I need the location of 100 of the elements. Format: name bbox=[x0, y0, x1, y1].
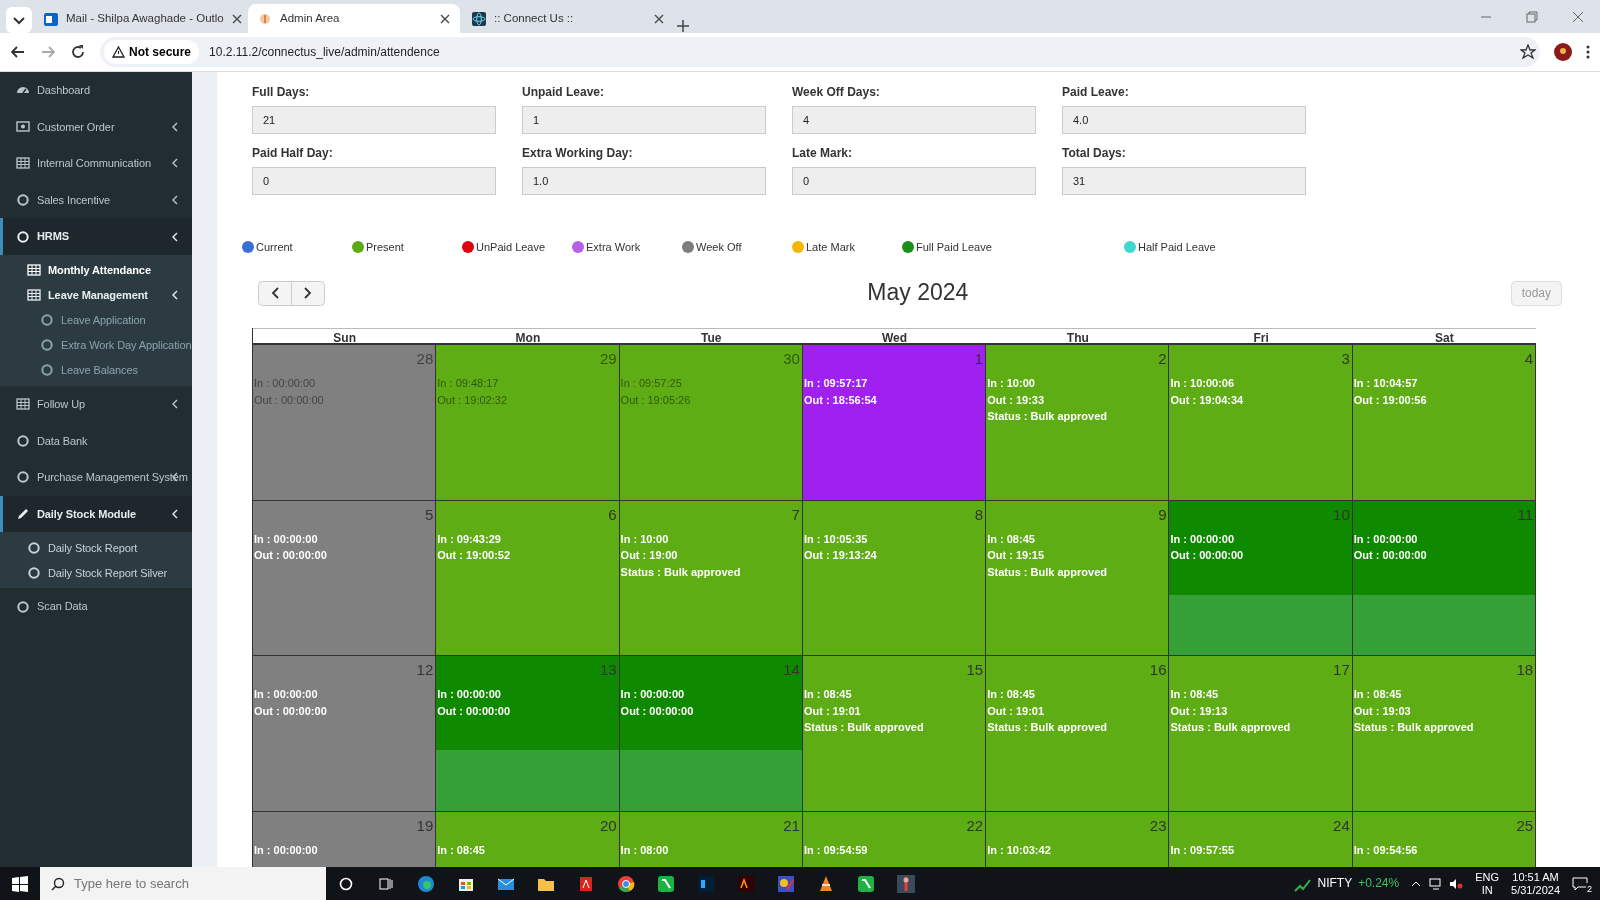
stock-ticker: NIFTY bbox=[1317, 877, 1353, 890]
sidebar-item[interactable]: Daily Stock Report Silver bbox=[0, 560, 192, 586]
legend-label: Week Off bbox=[696, 239, 742, 255]
sidebar-item[interactable]: HRMS bbox=[0, 218, 192, 255]
calendar-title: May 2024 bbox=[866, 279, 970, 307]
sidebar-item[interactable]: Daily Stock Report bbox=[0, 535, 192, 561]
vector-editor-icon bbox=[737, 874, 755, 893]
chevron-left-icon bbox=[271, 287, 279, 299]
day-number: 14 bbox=[782, 660, 801, 680]
close-icon[interactable] bbox=[440, 13, 450, 24]
attendance-text: Status : Bulk approved bbox=[1169, 720, 1292, 735]
taskbar-search-field[interactable]: Type here to search bbox=[40, 867, 326, 900]
attendance-text: In : 00:00:00 bbox=[436, 687, 502, 702]
field-label: Full Days: bbox=[252, 84, 311, 101]
attendance-text: In : 10:05:35 bbox=[802, 531, 869, 547]
attendance-text: Out : 19:03 bbox=[1352, 703, 1412, 719]
attendance-text: Out : 19:13 bbox=[1169, 703, 1229, 719]
clock-date: 5/31/2024 bbox=[1511, 883, 1560, 897]
bookmark-star-icon[interactable] bbox=[1520, 44, 1536, 60]
day-number: 13 bbox=[598, 660, 618, 680]
day-number: 20 bbox=[598, 815, 618, 836]
close-icon[interactable] bbox=[654, 13, 664, 24]
readonly-field[interactable]: 1 bbox=[522, 106, 766, 134]
day-number: 1 bbox=[973, 349, 985, 369]
sidebar-item[interactable]: Data Bank bbox=[0, 422, 192, 460]
avatar-icon[interactable] bbox=[1554, 43, 1572, 61]
sidebar-item[interactable]: Follow Up bbox=[0, 385, 192, 423]
attendance-text: In : 09:54:59 bbox=[802, 842, 869, 858]
attendance-text: Status : Bulk approved bbox=[619, 564, 742, 580]
attendance-text: In : 08:45 bbox=[986, 687, 1036, 702]
attendance-text: Status : Bulk approved bbox=[802, 720, 925, 735]
sidebar-item[interactable]: Dashboard bbox=[0, 72, 192, 109]
previous-button[interactable] bbox=[258, 280, 292, 306]
stock-change: +0.24% bbox=[1358, 877, 1400, 890]
chevron-icon bbox=[172, 399, 178, 410]
tab-search-icon[interactable] bbox=[6, 7, 32, 33]
sidebar-item[interactable]: Leave Application bbox=[0, 307, 192, 333]
day-number: 16 bbox=[1148, 660, 1168, 680]
browser-tab[interactable]: Admin Area bbox=[248, 4, 460, 33]
sidebar-item[interactable]: Internal Communication bbox=[0, 145, 192, 182]
sidebar-item[interactable]: Monthly Attendance bbox=[0, 257, 192, 283]
day-number: 9 bbox=[1157, 504, 1168, 525]
sidebar-item[interactable]: Sales Incentive bbox=[0, 181, 192, 219]
restore-icon[interactable] bbox=[1525, 10, 1539, 24]
circle-icon bbox=[27, 540, 41, 555]
readonly-field[interactable]: 0 bbox=[792, 167, 1036, 195]
day-number: 23 bbox=[1148, 815, 1168, 836]
sidebar-item[interactable]: Daily Stock Module bbox=[0, 495, 192, 533]
browser-tab[interactable]: Mail - Shilpa Awaghade - Outlo bbox=[34, 4, 246, 33]
phone-icon bbox=[857, 874, 875, 893]
notification-icon[interactable] bbox=[1572, 877, 1588, 892]
readonly-field[interactable]: 31 bbox=[1062, 167, 1306, 195]
readonly-field[interactable]: 4.0 bbox=[1062, 106, 1306, 134]
menu-icon[interactable] bbox=[1586, 45, 1590, 59]
attendance-text: Out : 19:02:32 bbox=[436, 392, 508, 408]
attendance-text: In : 10:04:57 bbox=[1352, 376, 1419, 391]
sidebar-item[interactable]: Extra Work Day Application bbox=[0, 332, 192, 358]
back-icon[interactable] bbox=[10, 44, 26, 60]
field-label: Total Days: bbox=[1062, 145, 1127, 162]
next-button[interactable] bbox=[291, 280, 325, 306]
reload-icon[interactable] bbox=[70, 44, 86, 60]
sidebar-item[interactable]: Leave Balances bbox=[0, 357, 192, 383]
attendance-text: Out : 19:01 bbox=[802, 703, 862, 719]
attendance-text: In : 00:00:00 bbox=[1169, 531, 1236, 547]
close-icon[interactable] bbox=[231, 13, 242, 24]
readonly-field[interactable]: 0 bbox=[252, 167, 496, 195]
attendance-text: In : 09:48:17 bbox=[436, 376, 500, 391]
speaker-muted-icon[interactable] bbox=[1449, 877, 1464, 890]
sidebar-item[interactable]: Customer Order bbox=[0, 108, 192, 146]
clock-time: 10:51 AM bbox=[1511, 870, 1560, 884]
mail-icon bbox=[44, 11, 58, 26]
field-label: Week Off Days: bbox=[792, 84, 881, 101]
browser-tab[interactable]: :: Connect Us :: bbox=[462, 4, 674, 33]
close-icon[interactable] bbox=[1571, 10, 1585, 24]
attendance-text: In : 09:57:25 bbox=[619, 376, 683, 391]
attendance-text: In : 00:00:00 bbox=[619, 687, 686, 702]
chevron-icon bbox=[172, 121, 178, 132]
network-icon[interactable] bbox=[1429, 877, 1444, 890]
day-number: 29 bbox=[598, 349, 618, 369]
readonly-field[interactable]: 4 bbox=[792, 106, 1036, 134]
day-number: 17 bbox=[1332, 660, 1351, 680]
security-chip[interactable]: Not secure bbox=[104, 40, 200, 64]
new-tab-icon[interactable] bbox=[676, 19, 690, 33]
attendance-text: In : 08:45 bbox=[436, 842, 486, 858]
sidebar-item[interactable]: Scan Data bbox=[0, 588, 192, 625]
url-text[interactable]: 10.2.11.2/connectus_live/admin/attendence bbox=[209, 43, 1510, 61]
day-number: 8 bbox=[973, 504, 985, 525]
site-logo-icon bbox=[258, 11, 272, 26]
circle-icon bbox=[16, 193, 30, 208]
attendance-text: Out : 19:15 bbox=[986, 548, 1046, 563]
readonly-field[interactable]: 21 bbox=[252, 106, 496, 134]
sidebar-item[interactable]: Leave Management bbox=[0, 282, 192, 308]
field-label: Late Mark: bbox=[792, 145, 854, 162]
chevron-up-icon[interactable] bbox=[1411, 880, 1422, 887]
attendance-text: Out : 00:00:00 bbox=[253, 392, 325, 408]
attendance-text: Out : 00:00:00 bbox=[436, 703, 512, 719]
readonly-field[interactable]: 1.0 bbox=[522, 167, 766, 195]
field-label: Unpaid Leave: bbox=[522, 84, 606, 101]
circle-icon bbox=[40, 313, 54, 328]
attendance-text: In : 10:03:42 bbox=[986, 842, 1052, 858]
